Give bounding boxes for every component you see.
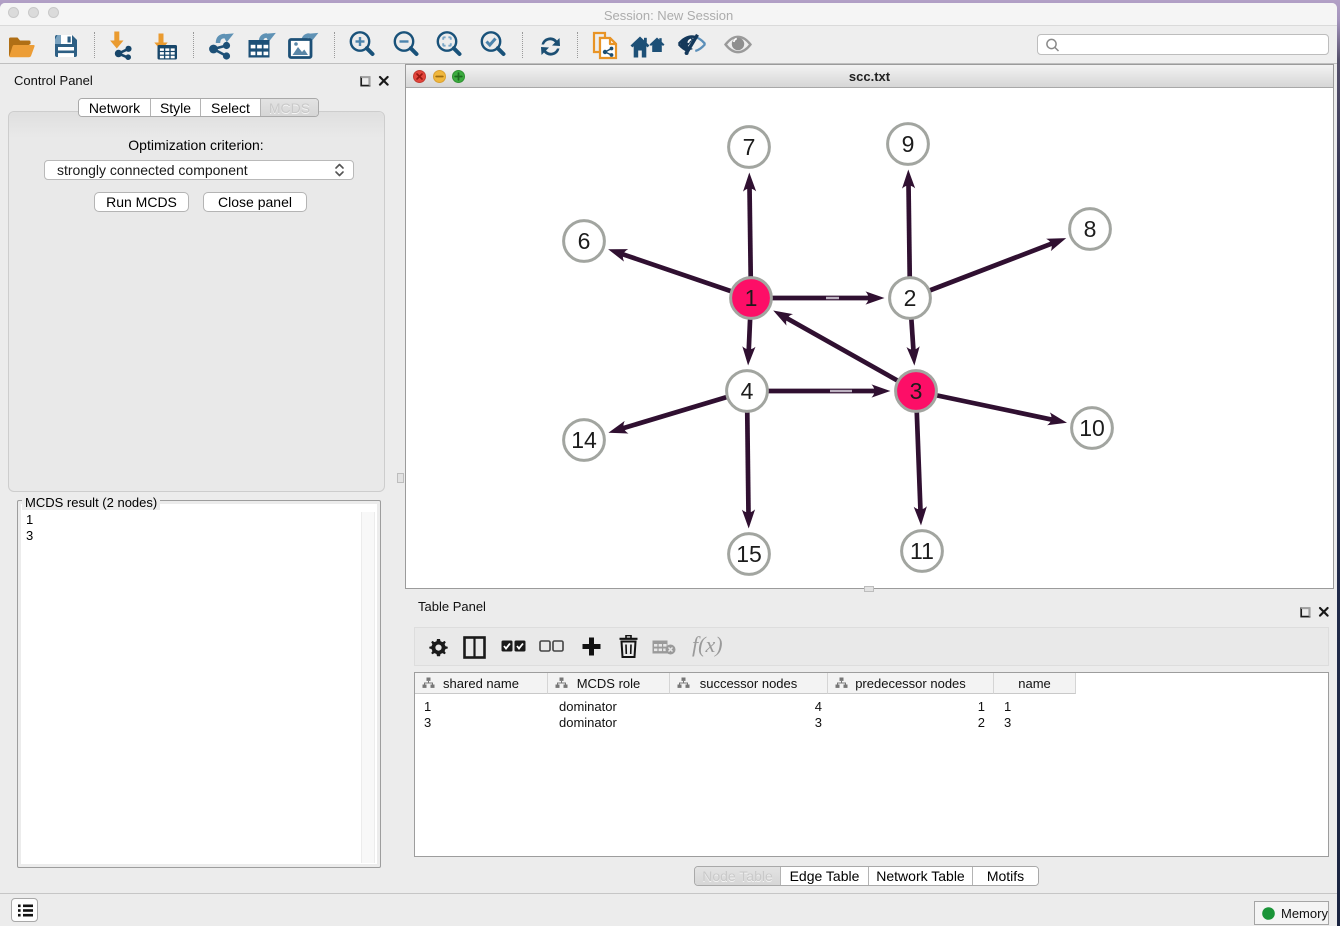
svg-text:14: 14 xyxy=(571,427,597,453)
svg-text:2: 2 xyxy=(904,285,917,311)
svg-text:10: 10 xyxy=(1079,415,1105,441)
svg-text:8: 8 xyxy=(1084,216,1097,242)
svg-text:4: 4 xyxy=(741,378,754,404)
svg-text:6: 6 xyxy=(578,228,591,254)
svg-text:7: 7 xyxy=(743,134,756,160)
svg-text:9: 9 xyxy=(902,131,915,157)
svg-text:15: 15 xyxy=(736,541,762,567)
svg-text:11: 11 xyxy=(910,538,934,564)
svg-text:1: 1 xyxy=(745,285,758,311)
svg-text:3: 3 xyxy=(910,378,923,404)
